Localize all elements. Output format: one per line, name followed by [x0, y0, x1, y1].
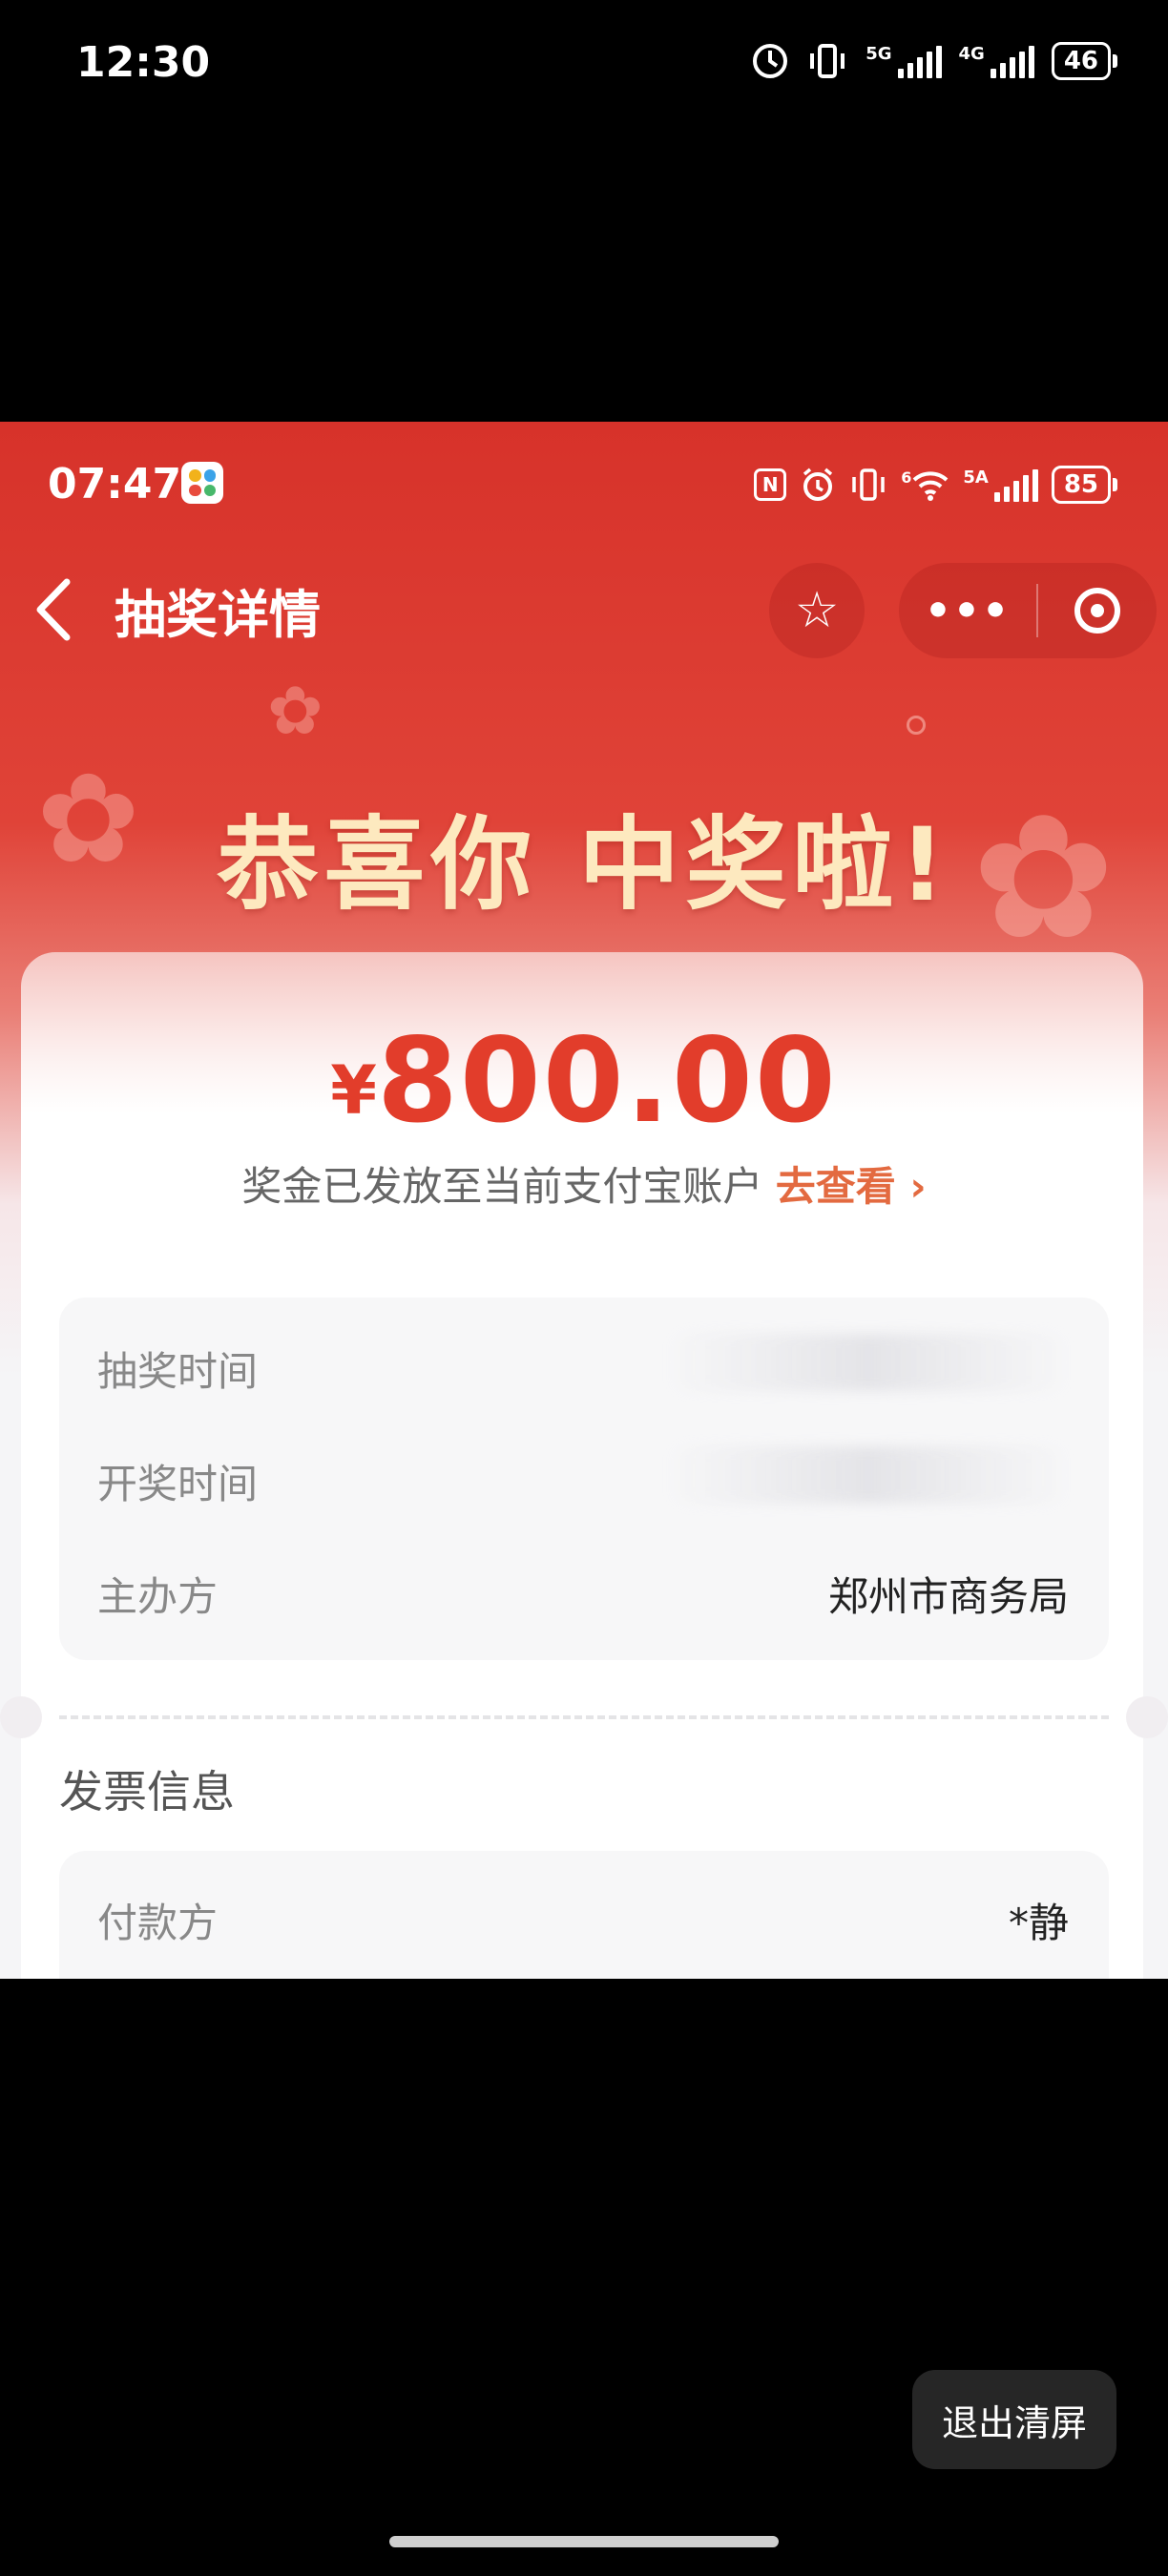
signal-4g-icon: 4G [959, 44, 1034, 78]
invoice-section-title: 发票信息 [59, 1766, 235, 1818]
result-time-value [668, 1446, 1069, 1504]
app-notification-icon [181, 462, 223, 504]
home-indicator[interactable] [389, 2536, 779, 2547]
amount-value: 800.00 [376, 1013, 838, 1149]
more-icon: ••• [924, 586, 1012, 635]
organizer-label: 主办方 [97, 1573, 219, 1620]
signal-5g-icon: 5G [866, 44, 942, 78]
favorite-button[interactable]: ☆ [769, 563, 865, 658]
congrats-headline: 恭喜你 中奖啦! [217, 806, 951, 924]
page-title: 抽奖详情 [115, 585, 321, 645]
dashed-separator [59, 1715, 1109, 1719]
card-notch-right [1126, 1696, 1168, 1738]
draw-time-label: 抽奖时间 [97, 1348, 259, 1395]
organizer-value: 郑州市商务局 [827, 1573, 1069, 1620]
signal-5a-icon: 5A [963, 467, 1038, 502]
inner-battery-icon: 85 [1051, 466, 1118, 504]
close-mini-program-icon [1074, 588, 1120, 634]
flower-decoration-icon: ✿ [267, 672, 323, 750]
currency-symbol: ¥ [330, 1051, 377, 1130]
result-time-label: 开奖时间 [97, 1461, 259, 1507]
battery-icon: 46 [1051, 42, 1118, 80]
vibrate-icon [852, 468, 885, 501]
star-icon: ☆ [794, 582, 840, 639]
card-notch-left [0, 1696, 42, 1738]
back-button[interactable] [32, 576, 80, 643]
dot-decoration [907, 716, 926, 735]
view-account-link[interactable]: 去查看 › [776, 1163, 927, 1210]
close-mini-program-button[interactable] [1038, 588, 1157, 634]
alarm-icon [803, 467, 833, 501]
data-saver-icon [753, 44, 788, 78]
chevron-left-icon [36, 578, 71, 641]
lottery-detail-screen: 07:47 N 6 5A 85 抽奖详情 ☆ ••• ✿ ✿ ✿ 恭喜你 中奖啦… [0, 422, 1168, 1979]
prize-notice: 奖金已发放至当前支付宝账户 去查看 › [0, 1154, 1168, 1213]
draw-time-value [668, 1334, 1069, 1391]
prize-amount: ¥800.00 [0, 1013, 1168, 1149]
nfc-icon: N [754, 468, 787, 501]
mini-program-capsule: ••• [899, 563, 1157, 658]
prize-notice-text: 奖金已发放至当前支付宝账户 [241, 1163, 763, 1210]
exit-clear-screen-button[interactable]: 退出清屏 [912, 2370, 1116, 2469]
device-clock: 12:30 [76, 38, 211, 87]
chevron-right-icon: › [909, 1163, 927, 1210]
inner-clock: 07:47 [48, 460, 182, 509]
device-status-icons: 5G 4G 46 [751, 42, 1118, 80]
inner-status-icons: N 6 5A 85 [754, 466, 1118, 504]
more-button[interactable]: ••• [899, 587, 1036, 635]
payer-label: 付款方 [97, 1900, 219, 1946]
wifi-icon: 6 [901, 468, 949, 501]
payer-value: *静 [1008, 1900, 1069, 1946]
vibrate-icon [810, 44, 845, 78]
